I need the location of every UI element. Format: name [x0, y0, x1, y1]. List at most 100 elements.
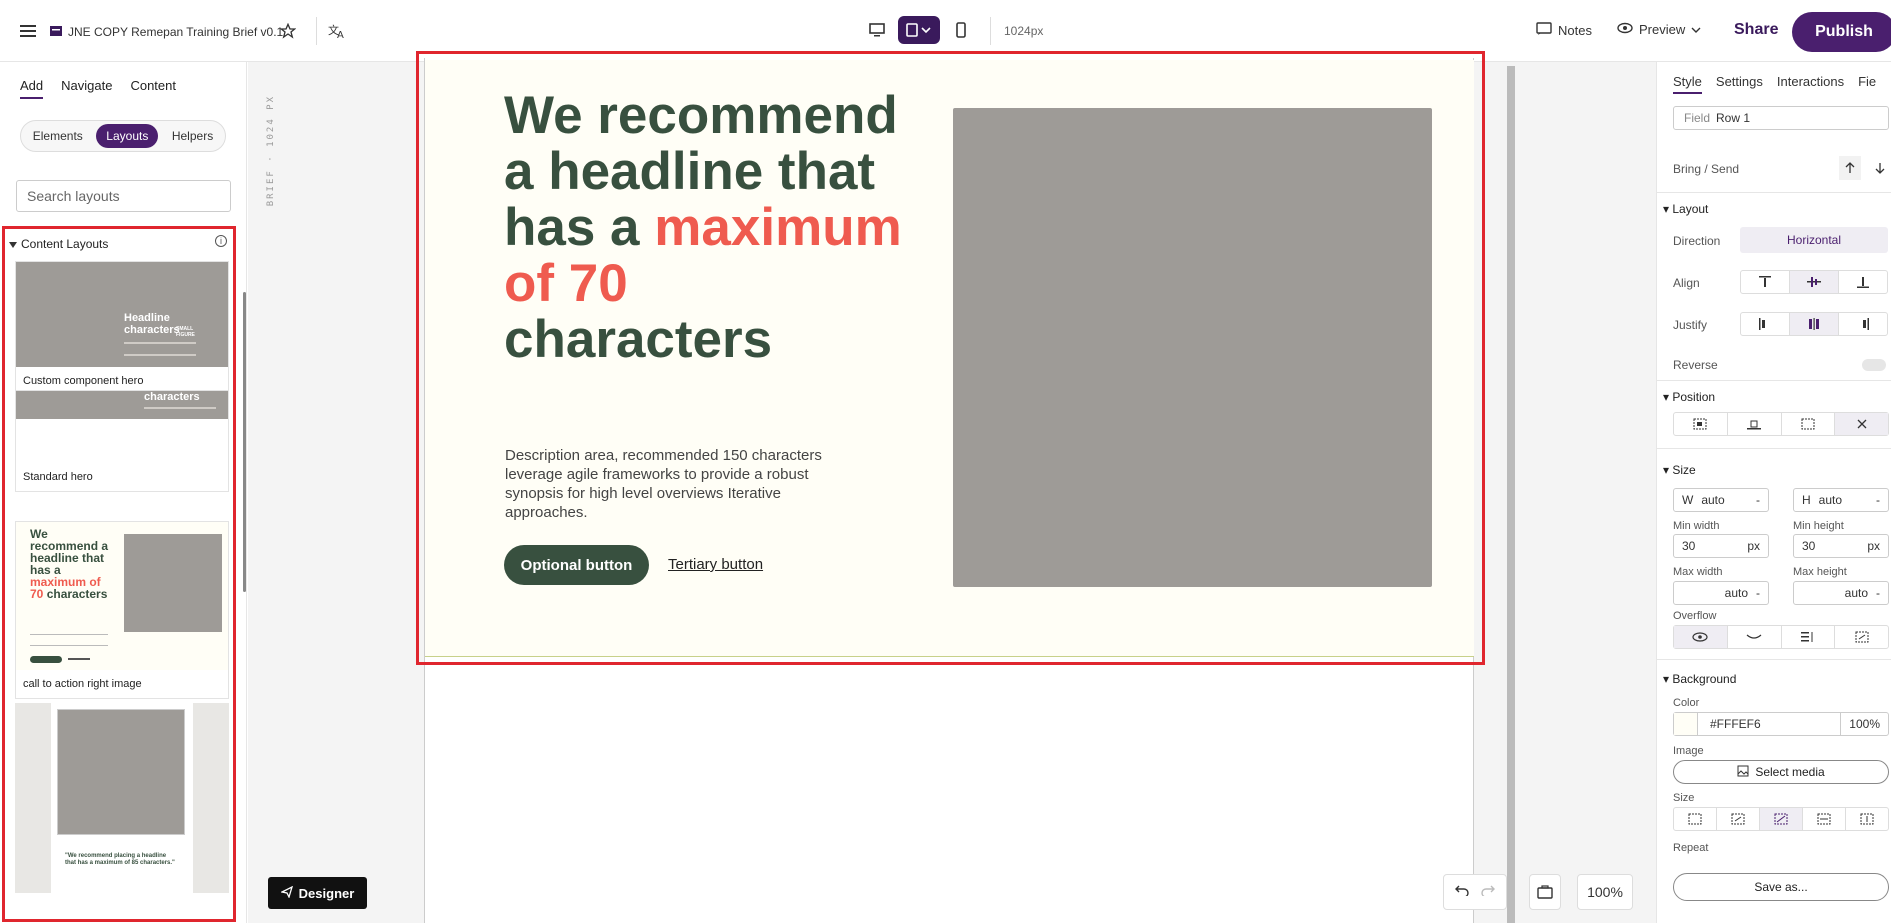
optional-button[interactable]: Optional button — [504, 545, 649, 585]
content-layouts-header[interactable]: Content Layouts — [9, 237, 108, 251]
arrow-down-icon[interactable] — [1869, 156, 1891, 180]
align-top-icon[interactable] — [1741, 271, 1790, 293]
divider — [316, 17, 317, 45]
tab-navigate[interactable]: Navigate — [61, 78, 112, 99]
background-section-header[interactable]: ▾ Background — [1663, 672, 1736, 686]
overflow-control — [1673, 625, 1889, 649]
align-label: Align — [1673, 276, 1700, 290]
position-section-header[interactable]: ▾ Position — [1663, 390, 1715, 404]
size-cover-icon[interactable] — [1760, 808, 1803, 830]
size-section-header[interactable]: ▾ Size — [1663, 463, 1696, 477]
tab-style[interactable]: Style — [1673, 74, 1702, 94]
color-swatch[interactable] — [1674, 713, 1698, 735]
designer-button[interactable]: Designer — [268, 877, 367, 909]
share-button[interactable]: Share — [1734, 21, 1778, 39]
size-contain-icon[interactable] — [1717, 808, 1760, 830]
hamburger-menu-icon[interactable] — [14, 17, 42, 45]
chevron-down-icon — [1691, 22, 1701, 37]
segment-helpers[interactable]: Helpers — [162, 124, 223, 148]
thumb-button — [30, 656, 62, 663]
hero-image-placeholder[interactable] — [953, 108, 1432, 587]
justify-start-icon[interactable] — [1741, 313, 1790, 335]
align-bottom-icon[interactable] — [1839, 271, 1887, 293]
tertiary-button[interactable]: Tertiary button — [668, 556, 763, 573]
save-as-button[interactable]: Save as... — [1673, 873, 1889, 901]
desktop-view-icon[interactable] — [862, 16, 892, 44]
justify-center-icon[interactable] — [1790, 313, 1839, 335]
layout-card-cta-right-image[interactable]: We recommend a headline that has a maxim… — [15, 521, 229, 699]
canvas-scrollbar[interactable] — [1507, 66, 1515, 923]
layout-thumbnail: characters — [16, 391, 228, 419]
thumb-text-lines — [124, 342, 196, 356]
layout-card-label: Standard hero — [23, 471, 93, 483]
overflow-visible-icon[interactable] — [1674, 626, 1728, 648]
tab-content[interactable]: Content — [130, 78, 176, 99]
document-title[interactable]: JNE COPY Remepan Training Brief v0.1 — [68, 25, 283, 39]
align-center-icon[interactable] — [1790, 271, 1839, 293]
segment-layouts[interactable]: Layouts — [96, 124, 159, 148]
layout-card-custom-component-hero[interactable]: Headline characters SMALL FIGURE Custom … — [15, 261, 229, 396]
overflow-scroll-icon[interactable] — [1782, 626, 1836, 648]
preview-button[interactable]: Preview — [1617, 22, 1701, 37]
tab-fields[interactable]: Fie — [1858, 74, 1876, 94]
zoom-level[interactable]: 100% — [1577, 874, 1633, 910]
briefcase-icon[interactable] — [1529, 874, 1561, 910]
justify-control — [1740, 312, 1888, 336]
direction-value[interactable]: Horizontal — [1740, 227, 1888, 253]
arrow-up-icon[interactable] — [1839, 156, 1861, 180]
position-absolute-icon[interactable] — [1674, 413, 1728, 435]
hero-headline[interactable]: We recommend a headline that has a maxim… — [504, 88, 904, 368]
width-input[interactable]: Wauto - — [1673, 488, 1769, 512]
position-sticky-icon[interactable] — [1728, 413, 1782, 435]
min-height-label: Min height — [1793, 520, 1844, 532]
reverse-toggle[interactable] — [1862, 359, 1886, 371]
redo-icon[interactable] — [1481, 883, 1495, 901]
size-auto-icon[interactable] — [1674, 808, 1717, 830]
max-width-input[interactable]: auto - — [1673, 581, 1769, 605]
position-none-icon[interactable] — [1835, 413, 1888, 435]
left-panel: Add Navigate Content Elements Layouts He… — [0, 62, 247, 923]
justify-end-icon[interactable] — [1839, 313, 1887, 335]
tab-add[interactable]: Add — [20, 78, 44, 99]
color-label: Color — [1673, 697, 1700, 709]
tablet-view-icon[interactable] — [898, 16, 940, 44]
notes-label: Notes — [1558, 23, 1592, 38]
segment-elements[interactable]: Elements — [23, 124, 93, 148]
overflow-hidden-icon[interactable] — [1728, 626, 1782, 648]
publish-button[interactable]: Publish — [1792, 12, 1891, 52]
overflow-auto-icon[interactable] — [1835, 626, 1888, 648]
min-width-input[interactable]: 30 px — [1673, 534, 1769, 558]
thumb-headline: We recommend a headline that has a maxim… — [30, 527, 109, 601]
field-name-input[interactable]: Field Row 1 — [1673, 106, 1889, 130]
background-color-input[interactable]: #FFFEF6 100% — [1673, 712, 1889, 736]
position-fixed-icon[interactable] — [1782, 413, 1836, 435]
tab-interactions[interactable]: Interactions — [1777, 74, 1844, 94]
notes-button[interactable]: Notes — [1536, 22, 1592, 39]
canvas-width-label: 1024px — [1004, 24, 1044, 38]
layout-card-quote[interactable]: "We recommend placing a headline that ha… — [15, 703, 229, 893]
left-panel-scrollbar[interactable] — [243, 292, 246, 592]
height-input[interactable]: Hauto - — [1793, 488, 1889, 512]
search-layouts-input[interactable] — [16, 180, 231, 212]
hero-description[interactable]: Description area, recommended 150 charac… — [505, 446, 865, 522]
layout-card-standard-hero[interactable]: characters Standard hero — [15, 390, 229, 492]
size-fit-height-icon[interactable] — [1846, 808, 1888, 830]
size-fit-width-icon[interactable] — [1803, 808, 1846, 830]
mobile-view-icon[interactable] — [946, 16, 976, 44]
caret-down-icon — [9, 237, 17, 251]
notes-icon — [1536, 22, 1552, 39]
min-height-input[interactable]: 30 px — [1793, 534, 1889, 558]
divider — [990, 17, 991, 45]
translate-icon[interactable]: 文A — [323, 17, 351, 45]
background-size-control — [1673, 807, 1889, 831]
star-icon[interactable] — [274, 17, 302, 45]
tab-settings[interactable]: Settings — [1716, 74, 1763, 94]
layout-section-header[interactable]: ▾ Layout — [1663, 202, 1708, 216]
max-height-input[interactable]: auto - — [1793, 581, 1889, 605]
device-switcher — [862, 16, 976, 44]
right-panel: Style Settings Interactions Fie Field Ro… — [1656, 62, 1891, 923]
select-media-button[interactable]: Select media — [1673, 760, 1889, 784]
thumb-text-lines — [144, 407, 216, 415]
undo-icon[interactable] — [1455, 883, 1469, 901]
info-icon[interactable]: i — [215, 235, 227, 247]
